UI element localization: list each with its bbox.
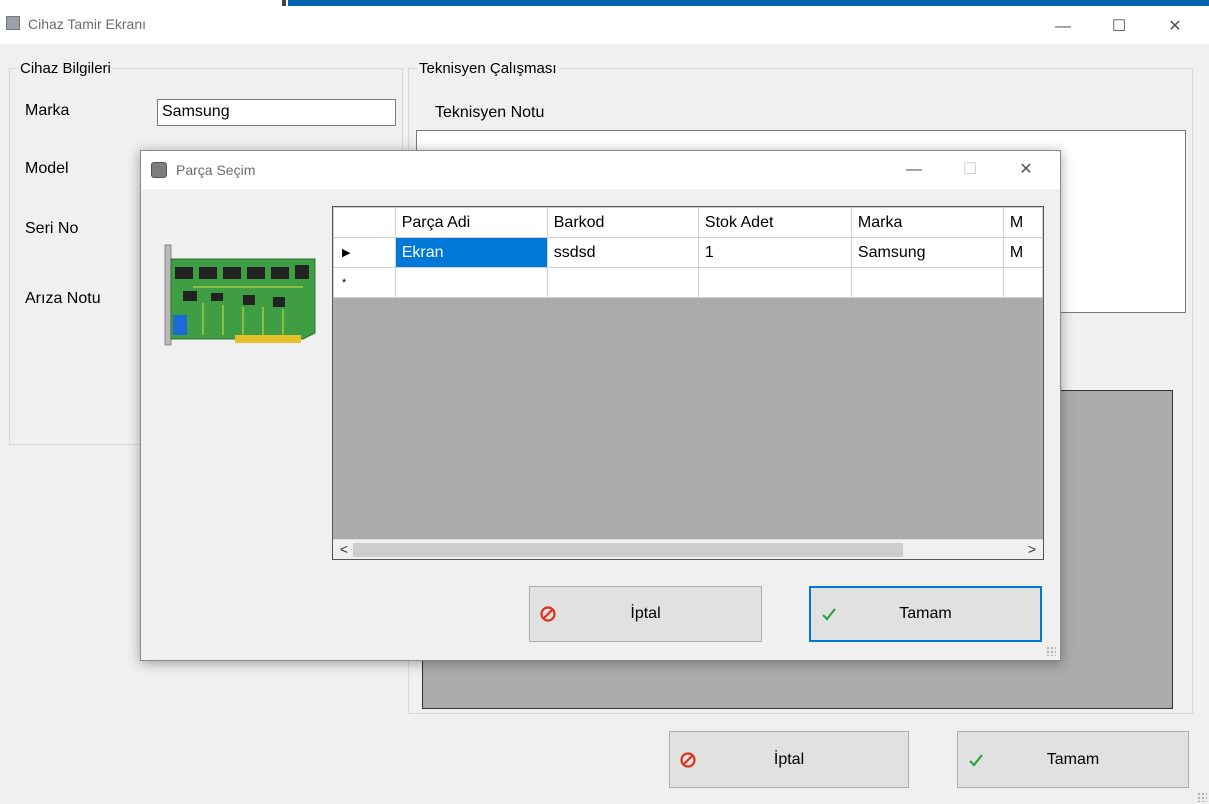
- main-resize-grip[interactable]: [1197, 792, 1207, 802]
- column-header[interactable]: Parça Adi: [394, 207, 548, 238]
- dialog-cancel-button[interactable]: İptal: [529, 586, 762, 642]
- column-header[interactable]: Barkod: [546, 207, 699, 238]
- dialog-close-button[interactable]: ✕: [1003, 155, 1049, 185]
- parts-datagrid[interactable]: Parça Adi Barkod Stok Adet Marka M ▶ Ekr…: [332, 206, 1044, 560]
- dialog-resize-grip[interactable]: [1046, 646, 1056, 656]
- main-cancel-label: İptal: [773, 750, 805, 768]
- grid-corner-header: [333, 207, 396, 238]
- dialog-titlebar: Parça Seçim — ☐ ✕: [141, 151, 1060, 189]
- scroll-right-button[interactable]: >: [1023, 541, 1041, 557]
- main-window-title: Cihaz Tamir Ekranı: [28, 16, 147, 32]
- dialog-app-icon: [151, 162, 167, 178]
- circuit-board-icon: [164, 244, 316, 346]
- dialog-ok-label: Tamam: [899, 605, 952, 622]
- grid-cell[interactable]: Ekran: [394, 237, 548, 268]
- close-button[interactable]: ✕: [1152, 12, 1198, 42]
- column-header[interactable]: Marka: [850, 207, 1004, 238]
- row-header-current[interactable]: ▶: [333, 237, 396, 268]
- grid-header-row: Parça Adi Barkod Stok Adet Marka M: [333, 207, 1043, 238]
- main-cancel-button[interactable]: İptal: [669, 731, 909, 788]
- horizontal-scrollbar[interactable]: < >: [333, 539, 1043, 559]
- grid-cell[interactable]: [546, 267, 699, 298]
- grid-cell[interactable]: ssdsd: [546, 237, 699, 268]
- dialog-ok-button[interactable]: Tamam: [809, 586, 1042, 642]
- table-row[interactable]: ▶ Ekran ssdsd 1 Samsung M: [333, 237, 1043, 268]
- main-titlebar: Cihaz Tamir Ekranı — ☐ ✕: [0, 6, 1209, 44]
- grid-cell[interactable]: [394, 267, 548, 298]
- grid-cell[interactable]: [697, 267, 852, 298]
- grid-cell[interactable]: [1002, 267, 1043, 298]
- column-header[interactable]: M: [1002, 207, 1043, 238]
- grid-cell[interactable]: [850, 267, 1004, 298]
- new-row[interactable]: *: [333, 267, 1043, 298]
- maximize-button[interactable]: ☐: [1096, 12, 1142, 42]
- ariza-notu-label: Arıza Notu: [25, 290, 101, 307]
- marka-label: Marka: [25, 102, 70, 119]
- technician-legend: Teknisyen Çalışması: [419, 60, 557, 77]
- marka-input[interactable]: Samsung: [157, 99, 396, 126]
- scroll-left-button[interactable]: <: [335, 541, 353, 557]
- dialog-maximize-button[interactable]: ☐: [947, 155, 993, 185]
- parca-secim-dialog: Parça Seçim — ☐ ✕ Parça Adi Barkod Stok …: [140, 150, 1061, 661]
- grid-cell[interactable]: M: [1002, 237, 1043, 268]
- app-icon: [6, 16, 20, 30]
- model-label: Model: [25, 160, 69, 177]
- main-ok-label: Tamam: [1046, 750, 1100, 768]
- column-header[interactable]: Stok Adet: [697, 207, 852, 238]
- dialog-cancel-label: İptal: [630, 605, 661, 622]
- serino-label: Seri No: [25, 220, 79, 237]
- dialog-title: Parça Seçim: [176, 162, 256, 178]
- device-info-legend: Cihaz Bilgileri: [20, 60, 111, 77]
- dialog-minimize-button[interactable]: —: [891, 155, 937, 185]
- main-ok-button[interactable]: Tamam: [957, 731, 1189, 788]
- scroll-thumb[interactable]: [353, 543, 903, 557]
- minimize-button[interactable]: —: [1040, 12, 1086, 42]
- grid-cell[interactable]: 1: [697, 237, 852, 268]
- teknisyen-notu-label: Teknisyen Notu: [435, 104, 545, 121]
- grid-cell[interactable]: Samsung: [850, 237, 1004, 268]
- row-header-new[interactable]: *: [333, 267, 396, 298]
